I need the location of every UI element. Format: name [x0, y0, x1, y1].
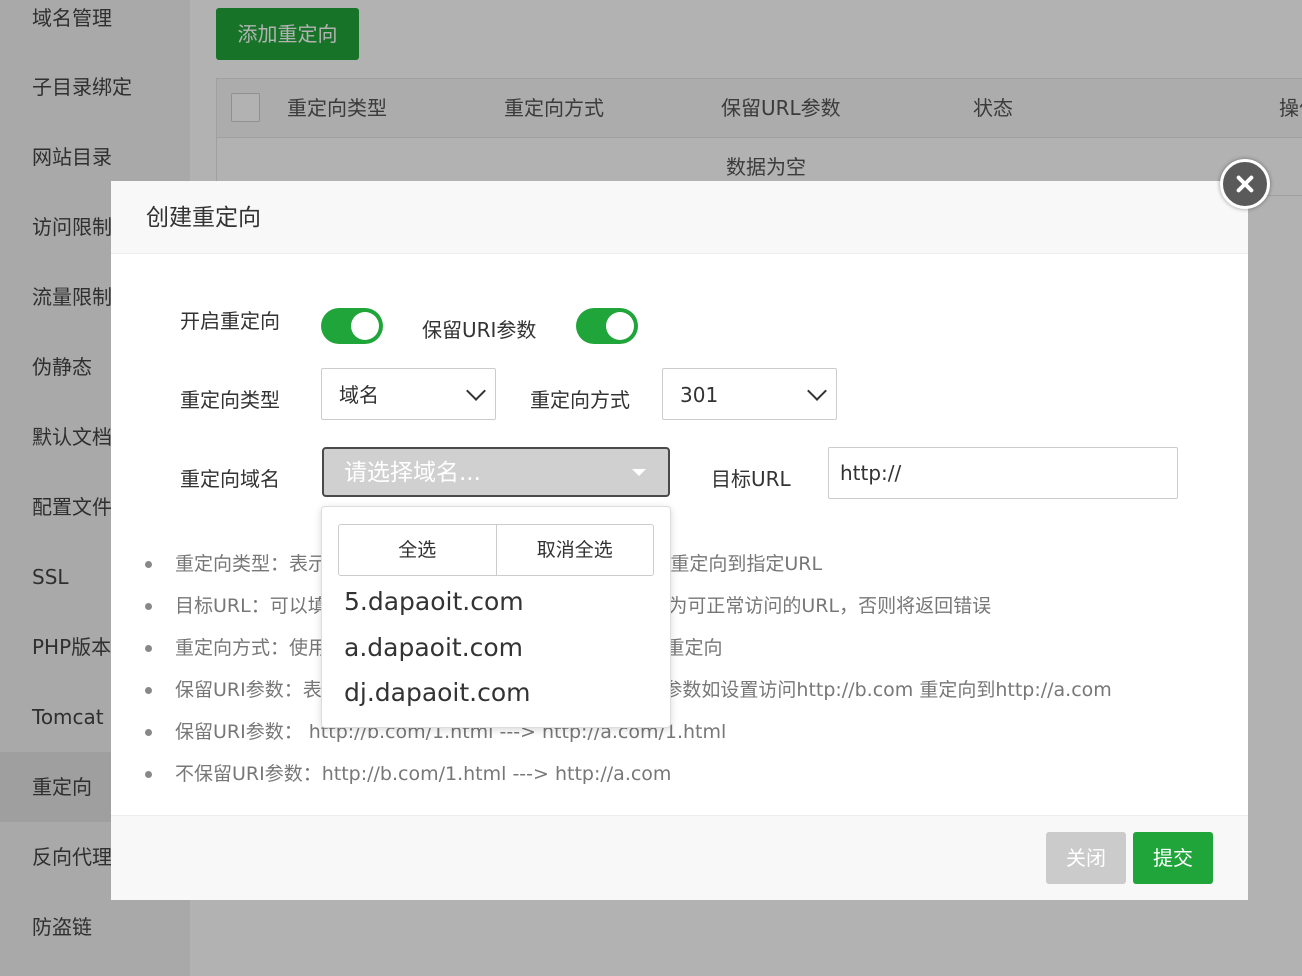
toggle-knob	[606, 312, 634, 340]
caret-down-icon	[632, 469, 646, 476]
dialog-header: 创建重定向	[111, 181, 1248, 254]
domain-option[interactable]: a.dapaoit.com	[344, 633, 523, 662]
redirect-type-select[interactable]: 域名	[321, 368, 496, 420]
create-redirect-dialog: 创建重定向 开启重定向 保留URI参数 重定向类型 域名 重定向方式 301 重…	[111, 181, 1248, 900]
tip-item: 重定向类型：表示访问选择的“域名”或输入的“路径”时将会重定向到指定URL	[145, 543, 1225, 585]
target-url-input[interactable]	[829, 448, 1177, 498]
redirect-domain-select[interactable]: 请选择域名...	[322, 447, 670, 497]
dropdown-actions: 全选 取消全选	[338, 524, 654, 576]
tip-item: 保留URI参数： http://b.com/1.html ---> http:/…	[145, 711, 1225, 753]
redirect-domain-label: 重定向域名	[180, 467, 280, 491]
tip-item: 不保留URI参数：http://b.com/1.html ---> http:/…	[145, 753, 1225, 795]
tip-item: 保留URI参数：表示重定向后访问的URL是否带有子路径或参数如设置访问http:…	[145, 669, 1225, 711]
keep-uri-label: 保留URI参数	[422, 318, 537, 342]
keep-uri-toggle[interactable]	[576, 308, 638, 344]
enable-redirect-label: 开启重定向	[180, 309, 280, 333]
deselect-all-button[interactable]: 取消全选	[495, 525, 654, 575]
domain-option[interactable]: dj.dapaoit.com	[344, 678, 531, 707]
redirect-type-label: 重定向类型	[180, 388, 280, 412]
close-button[interactable]: 关闭	[1046, 832, 1126, 884]
toggle-knob	[351, 312, 379, 340]
domain-option[interactable]: 5.dapaoit.com	[344, 587, 524, 616]
close-icon[interactable]	[1220, 159, 1270, 209]
enable-redirect-toggle[interactable]	[321, 308, 383, 344]
help-tips: 重定向类型：表示访问选择的“域名”或输入的“路径”时将会重定向到指定URL 目标…	[145, 543, 1225, 795]
tip-item: 目标URL：可以填写你需要重定向到的站点，目标URL必须为可正常访问的URL，否…	[145, 585, 1225, 627]
redirect-type-value: 域名	[339, 383, 379, 407]
chevron-down-icon	[466, 381, 486, 401]
submit-button[interactable]: 提交	[1133, 832, 1213, 884]
tip-item: 重定向方式：使用301表示永久重定向，使用302表示临时重定向	[145, 627, 1225, 669]
target-url-field[interactable]	[828, 447, 1178, 499]
domain-dropdown-menu: 全选 取消全选 5.dapaoit.com a.dapaoit.com dj.d…	[321, 506, 671, 728]
dialog-footer: 关闭 提交	[111, 815, 1248, 900]
target-url-label: 目标URL	[711, 467, 791, 491]
dialog-title: 创建重定向	[146, 205, 261, 231]
redirect-method-select[interactable]: 301	[662, 368, 837, 420]
redirect-domain-placeholder: 请选择域名...	[344, 460, 481, 486]
chevron-down-icon	[807, 381, 827, 401]
redirect-method-label: 重定向方式	[530, 388, 630, 412]
redirect-method-value: 301	[680, 383, 719, 407]
select-all-button[interactable]: 全选	[339, 525, 496, 575]
